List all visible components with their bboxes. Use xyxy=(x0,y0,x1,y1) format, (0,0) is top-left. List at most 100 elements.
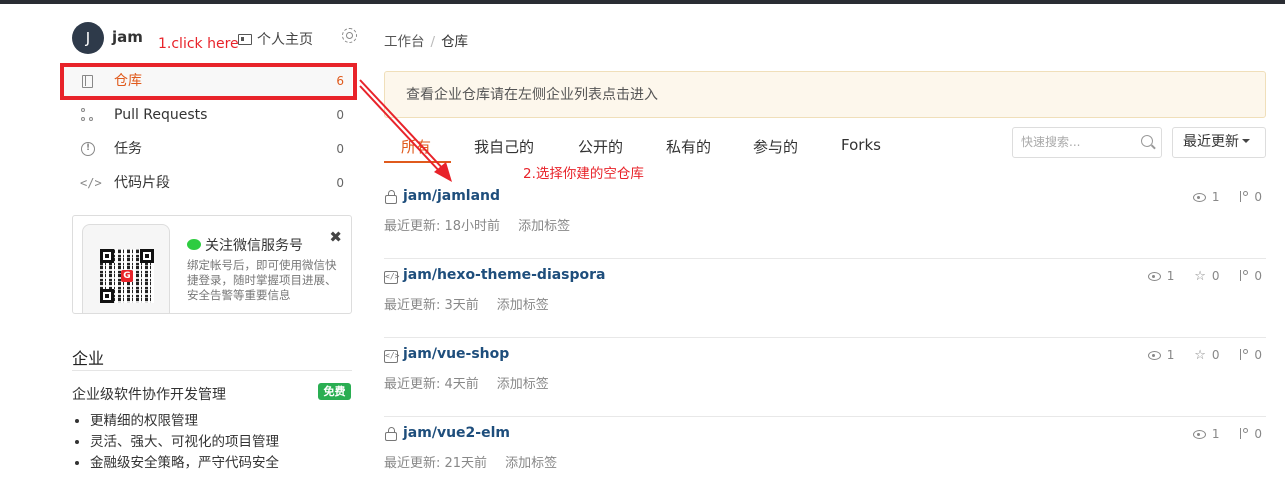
add-tag-button[interactable]: 添加标签 xyxy=(505,456,557,471)
code-snippet-icon: </> xyxy=(80,176,102,190)
repo-stats: 1 0 xyxy=(1177,190,1262,204)
repo-name-link[interactable]: jam/hexo-theme-diaspora xyxy=(403,267,606,283)
repo-stats: 1 ☆ 0 0 xyxy=(1132,348,1262,363)
annotation-step1: 1.click here xyxy=(158,36,239,52)
wechat-icon xyxy=(187,239,201,250)
repo-stats: 1 ☆ 0 0 xyxy=(1132,269,1262,284)
breadcrumb-separator: / xyxy=(430,34,436,50)
code-repo-icon: </> xyxy=(384,271,399,284)
qr-code: G xyxy=(100,249,154,303)
watch-stat[interactable]: 1 xyxy=(1147,269,1174,283)
sidebar-item-pull-requests[interactable]: Pull Requests 0 xyxy=(60,98,352,132)
repo-updated: 最近更新: 4天前 xyxy=(384,377,479,392)
fork-stat[interactable]: 0 xyxy=(1239,190,1262,204)
breadcrumb-current: 仓库 xyxy=(441,34,469,50)
sidebar-item-label: 任务 xyxy=(114,141,142,157)
fork-icon xyxy=(1239,349,1249,361)
annotation-step2: 2.选择你建的空仓库 xyxy=(523,166,644,182)
sidebar-item-label: Pull Requests xyxy=(114,107,208,123)
sidebar-item-count: 0 xyxy=(336,142,344,156)
watch-stat[interactable]: 1 xyxy=(1192,190,1220,204)
add-tag-button[interactable]: 添加标签 xyxy=(497,298,549,313)
eye-icon xyxy=(1192,193,1206,202)
repo-row: jam/jamland 最近更新: 18小时前 添加标签 1 0 xyxy=(384,180,1266,259)
phone-illustration: G xyxy=(82,224,170,313)
breadcrumb-root[interactable]: 工作台 xyxy=(384,34,425,50)
repo-name-link[interactable]: jam/vue2-elm xyxy=(403,425,510,441)
repo-row: </> jam/vue-shop 最近更新: 4天前 添加标签 1 ☆ 0 0 xyxy=(384,338,1266,417)
wechat-promo-card: G 关注微信服务号 ✖ 绑定帐号后，即可使用微信快捷登录，随时掌握项目进展、安全… xyxy=(72,215,352,314)
add-tag-button[interactable]: 添加标签 xyxy=(497,377,549,392)
fork-icon xyxy=(1239,270,1249,282)
divider xyxy=(72,370,352,371)
sidebar-item-tasks[interactable]: ! 任务 0 xyxy=(60,132,352,166)
chevron-down-icon xyxy=(1242,139,1250,143)
tab-participated[interactable]: 参与的 xyxy=(753,136,798,157)
sidebar-item-count: 0 xyxy=(336,108,344,122)
add-tag-button[interactable]: 添加标签 xyxy=(518,219,570,234)
profile-link-label: 个人主页 xyxy=(257,32,313,48)
repo-name-link[interactable]: jam/jamland xyxy=(403,188,500,204)
eye-icon xyxy=(1192,430,1206,439)
enterprise-feature-list: 更精细的权限管理 灵活、强大、可视化的项目管理 金融级安全策略，严守代码安全 xyxy=(90,411,279,474)
star-icon: ☆ xyxy=(1194,348,1206,363)
sidebar-item-label: 代码片段 xyxy=(114,175,170,191)
repo-updated: 最近更新: 21天前 xyxy=(384,456,488,471)
enterprise-subtitle[interactable]: 企业级软件协作开发管理 xyxy=(72,384,226,404)
list-item: 更精细的权限管理 xyxy=(90,411,279,432)
search-placeholder: 快速搜索... xyxy=(1021,135,1081,149)
sidebar-item-snippets[interactable]: </> 代码片段 0 xyxy=(60,166,352,200)
qr-logo: G xyxy=(121,270,133,282)
star-stat[interactable]: ☆ 0 xyxy=(1194,269,1219,284)
search-icon[interactable] xyxy=(1141,135,1153,147)
active-tab-indicator xyxy=(384,161,451,163)
username[interactable]: jam xyxy=(112,28,143,46)
task-icon: ! xyxy=(81,142,95,156)
repo-updated: 最近更新: 18小时前 xyxy=(384,219,501,234)
sidebar-item-count: 0 xyxy=(336,176,344,190)
repo-meta: 最近更新: 4天前 添加标签 xyxy=(384,373,549,392)
sort-label: 最近更新 xyxy=(1183,134,1239,150)
wechat-title: 关注微信服务号 xyxy=(187,235,303,255)
watch-stat[interactable]: 1 xyxy=(1147,348,1174,362)
fork-stat[interactable]: 0 xyxy=(1239,269,1262,283)
enterprise-heading: 企业 xyxy=(72,349,105,368)
tab-all[interactable]: 所有 xyxy=(401,136,431,157)
tab-public[interactable]: 公开的 xyxy=(578,136,623,157)
code-repo-icon: </> xyxy=(384,350,399,363)
gear-icon[interactable] xyxy=(342,28,357,43)
repo-meta: 最近更新: 3天前 添加标签 xyxy=(384,294,549,313)
repo-updated: 最近更新: 3天前 xyxy=(384,298,479,313)
sort-dropdown[interactable]: 最近更新 xyxy=(1172,127,1266,158)
fork-icon xyxy=(1239,191,1249,203)
fork-icon xyxy=(1239,428,1249,440)
pull-request-icon xyxy=(81,108,95,122)
close-icon[interactable]: ✖ xyxy=(329,228,342,246)
repo-meta: 最近更新: 21天前 添加标签 xyxy=(384,452,557,471)
star-icon: ☆ xyxy=(1194,269,1206,284)
fork-stat[interactable]: 0 xyxy=(1239,348,1262,362)
eye-icon xyxy=(1147,272,1161,281)
tab-forks[interactable]: Forks xyxy=(841,136,881,154)
top-bar xyxy=(0,0,1285,4)
avatar[interactable]: J xyxy=(72,22,104,54)
wechat-description: 绑定帐号后，即可使用微信快捷登录，随时掌握项目进展、安全告警等重要信息 xyxy=(187,258,337,302)
repo-name-link[interactable]: jam/vue-shop xyxy=(403,346,509,362)
fork-stat[interactable]: 0 xyxy=(1239,427,1262,441)
annotation-highlight-box xyxy=(60,63,357,100)
lock-icon xyxy=(385,190,397,204)
profile-link[interactable]: 个人主页 xyxy=(238,29,313,49)
search-input[interactable]: 快速搜索... xyxy=(1012,127,1162,158)
star-stat[interactable]: ☆ 0 xyxy=(1194,348,1219,363)
list-item: 金融级安全策略，严守代码安全 xyxy=(90,453,279,474)
repo-stats: 1 0 xyxy=(1177,427,1262,441)
repo-row: </> jam/hexo-theme-diaspora 最近更新: 3天前 添加标… xyxy=(384,259,1266,338)
watch-stat[interactable]: 1 xyxy=(1192,427,1220,441)
tab-private[interactable]: 私有的 xyxy=(666,136,711,157)
tab-mine[interactable]: 我自己的 xyxy=(474,136,534,157)
eye-icon xyxy=(1147,351,1161,360)
repo-row: jam/vue2-elm 最近更新: 21天前 添加标签 1 0 xyxy=(384,417,1266,477)
breadcrumb: 工作台 / 仓库 xyxy=(384,30,468,50)
profile-card-icon xyxy=(238,34,252,45)
notice-banner: 查看企业仓库请在左侧企业列表点击进入 xyxy=(384,71,1266,118)
